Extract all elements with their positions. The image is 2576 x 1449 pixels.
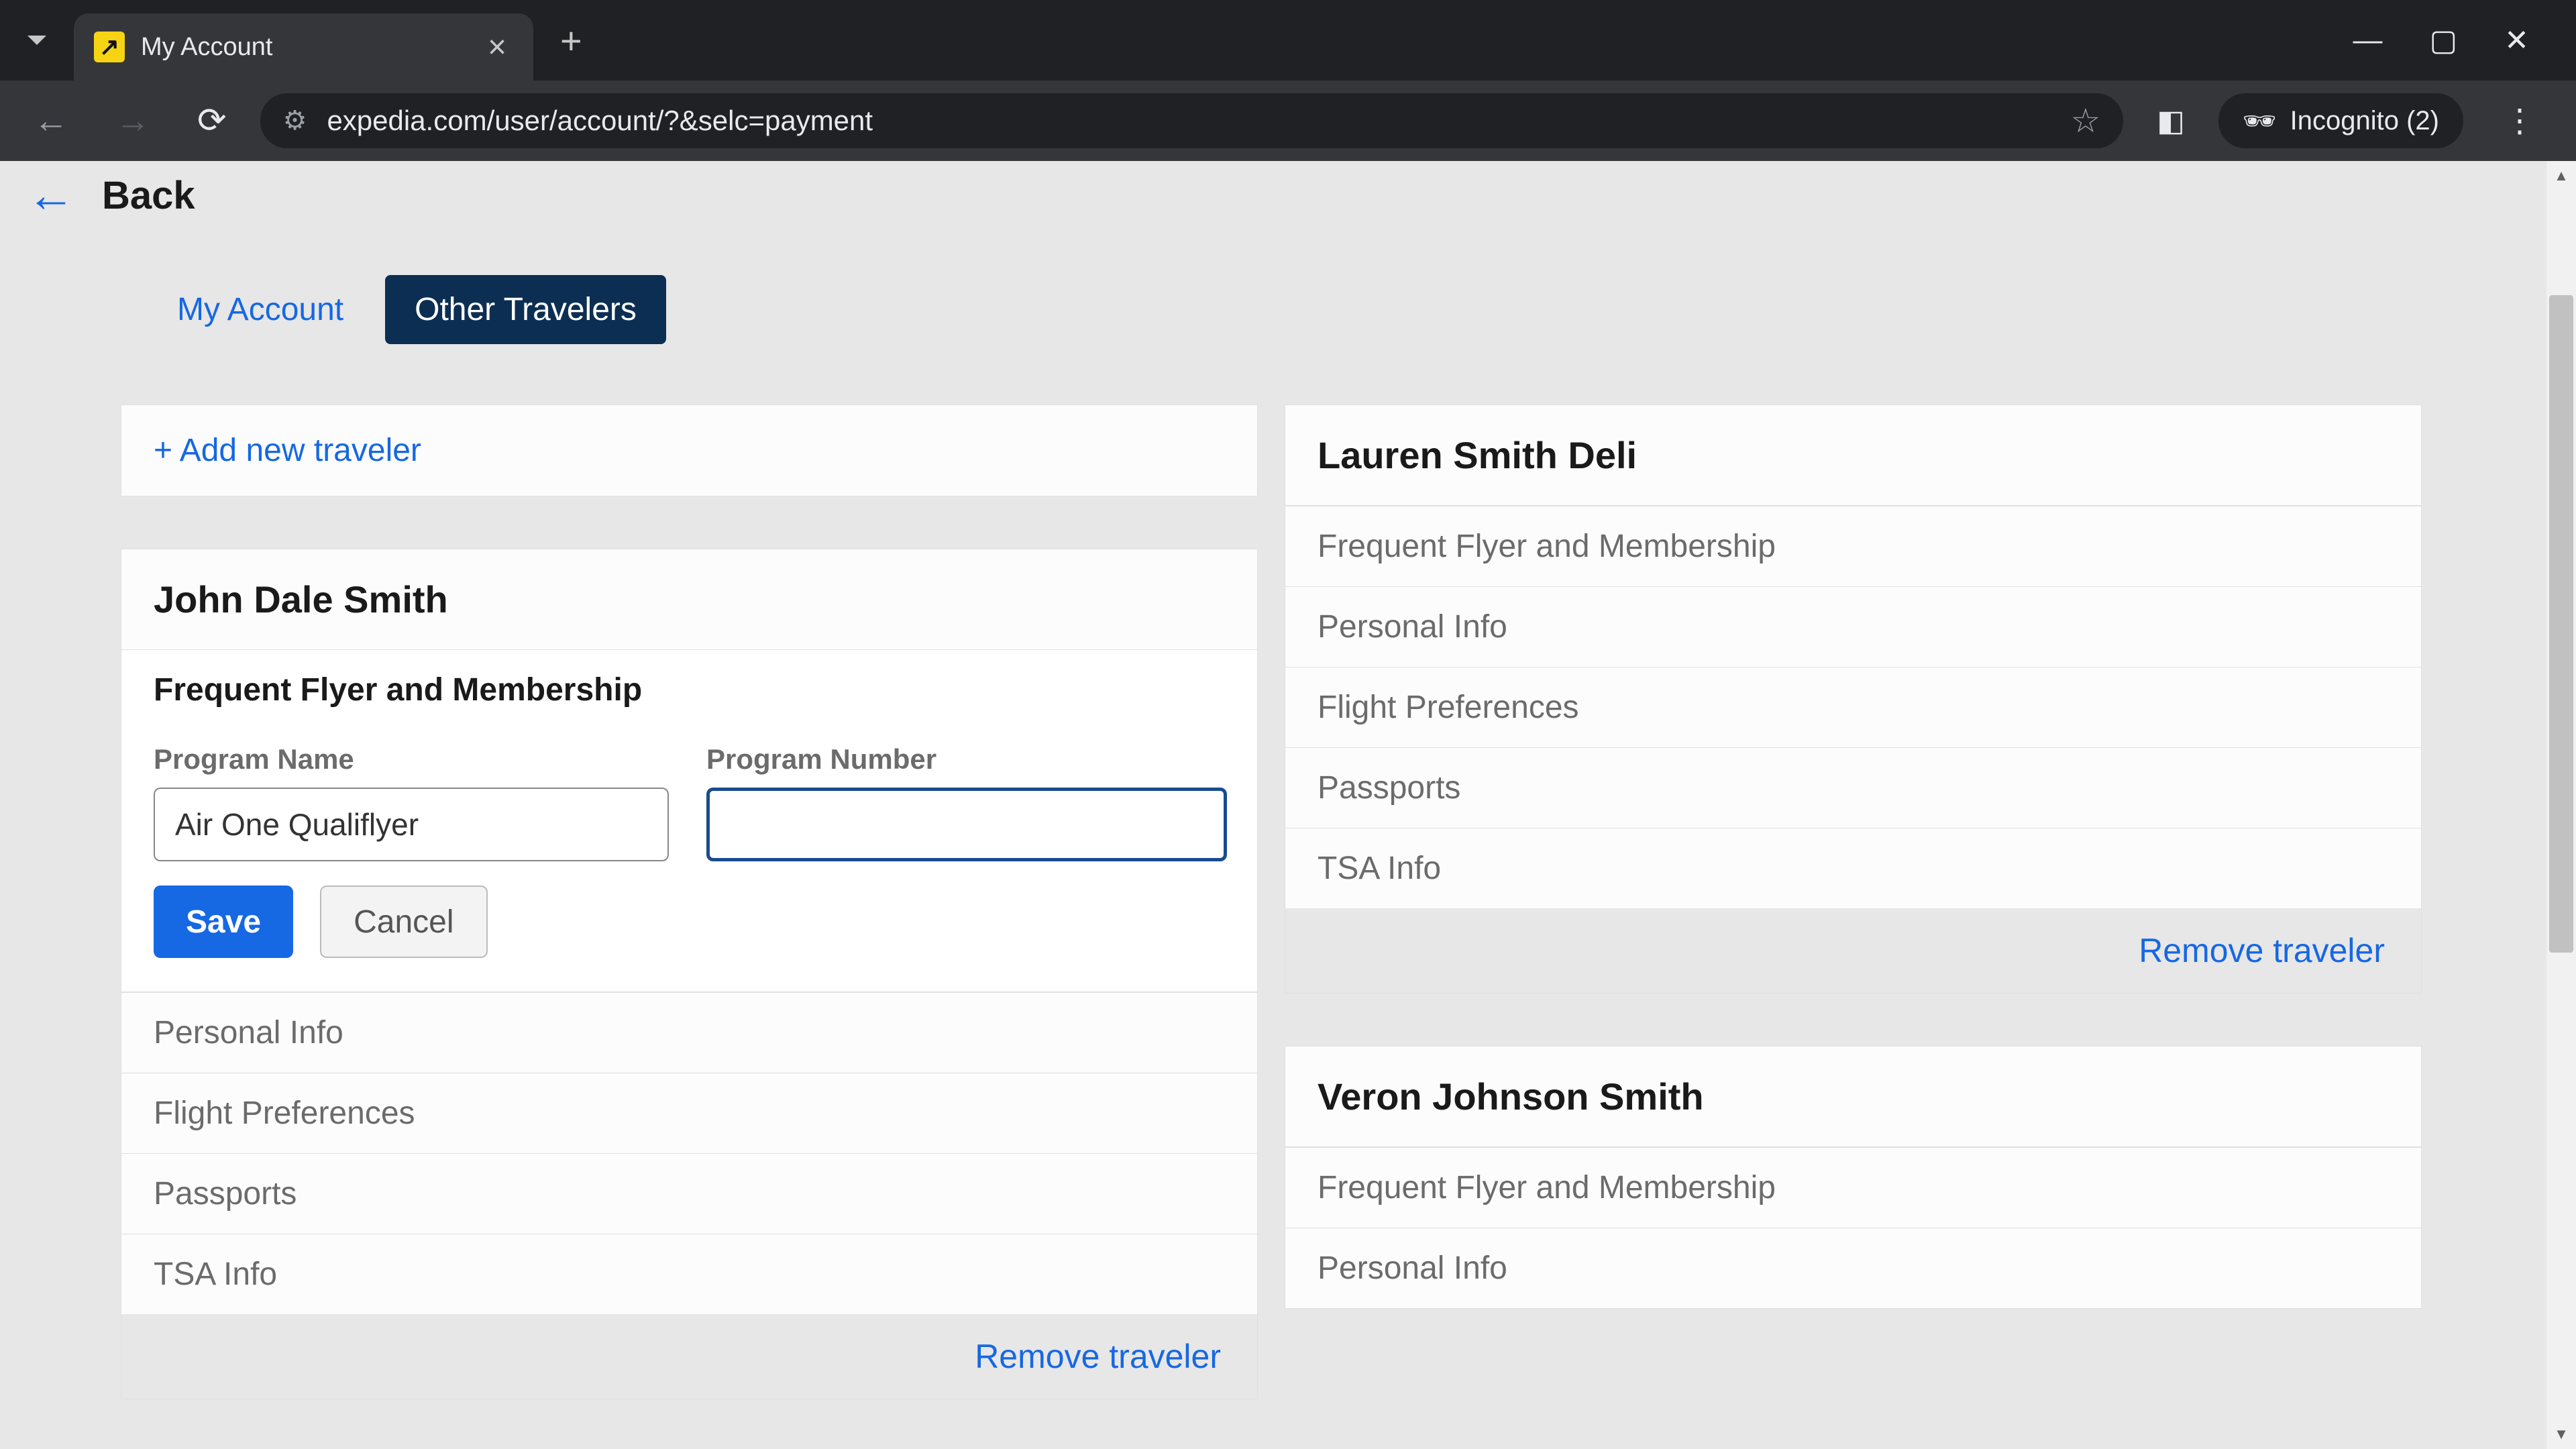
incognito-label: Incognito (2): [2290, 106, 2439, 136]
traveler-name: John Dale Smith: [121, 549, 1257, 650]
cancel-button[interactable]: Cancel: [320, 885, 487, 958]
remove-traveler-link[interactable]: Remove traveler: [975, 1338, 1221, 1375]
traveler-card-john: John Dale Smith Frequent Flyer and Membe…: [121, 549, 1258, 1399]
address-bar[interactable]: ⚙ expedia.com/user/account/?&selc=paymen…: [260, 93, 2124, 148]
page-viewport: ← Back My Account Other Travelers + Add …: [0, 161, 2576, 1449]
minimize-icon[interactable]: —: [2353, 23, 2383, 57]
favicon-icon: ↗: [94, 32, 125, 62]
section-tsa-info[interactable]: TSA Info: [1285, 828, 2421, 908]
scroll-thumb[interactable]: [2549, 295, 2573, 953]
section-flight-preferences[interactable]: Flight Preferences: [121, 1073, 1257, 1153]
add-new-traveler-link[interactable]: + Add new traveler: [154, 433, 421, 468]
back-label[interactable]: Back: [102, 173, 195, 218]
traveler-name: Lauren Smith Deli: [1285, 405, 2421, 506]
browser-toolbar: ← → ⟳ ⚙ expedia.com/user/account/?&selc=…: [0, 80, 2576, 161]
section-passports[interactable]: Passports: [1285, 747, 2421, 828]
reload-icon[interactable]: ⟳: [184, 101, 240, 141]
back-button-icon[interactable]: ←: [20, 101, 82, 141]
frequent-flyer-form: Program Name Program Number Save Cancel: [121, 730, 1257, 992]
section-personal-info[interactable]: Personal Info: [1285, 586, 2421, 667]
traveler-card-veron: Veron Johnson Smith Frequent Flyer and M…: [1285, 1046, 2422, 1309]
section-frequent-flyer[interactable]: Frequent Flyer and Membership: [1285, 506, 2421, 586]
section-personal-info[interactable]: Personal Info: [121, 992, 1257, 1073]
right-column: Lauren Smith Deli Frequent Flyer and Mem…: [1285, 405, 2422, 1399]
new-tab-button[interactable]: +: [560, 19, 582, 62]
section-passports[interactable]: Passports: [121, 1153, 1257, 1234]
chrome-menu-icon[interactable]: ⋮: [2483, 102, 2556, 140]
forward-button-icon[interactable]: →: [102, 101, 164, 141]
scroll-down-icon[interactable]: ▼: [2546, 1419, 2576, 1449]
tab-other-travelers[interactable]: Other Travelers: [385, 275, 666, 344]
bookmark-star-icon[interactable]: ☆: [2070, 101, 2100, 140]
section-flight-preferences[interactable]: Flight Preferences: [1285, 667, 2421, 747]
section-tsa-info[interactable]: TSA Info: [121, 1234, 1257, 1314]
window-controls: — ▢ ✕: [2353, 23, 2576, 58]
program-number-label: Program Number: [706, 743, 1227, 775]
browser-titlebar: ↗ My Account × + — ▢ ✕: [0, 0, 2576, 80]
chevron-down-icon: [28, 36, 46, 45]
remove-row: Remove traveler: [121, 1314, 1257, 1399]
url-text: expedia.com/user/account/?&selc=payment: [327, 105, 2050, 137]
left-column: + Add new traveler John Dale Smith Frequ…: [121, 405, 1258, 1399]
section-frequent-flyer[interactable]: Frequent Flyer and Membership: [1285, 1147, 2421, 1228]
browser-tab[interactable]: ↗ My Account ×: [74, 13, 533, 80]
remove-traveler-link[interactable]: Remove traveler: [2139, 932, 2385, 969]
incognito-indicator[interactable]: 🕶 Incognito (2): [2218, 93, 2463, 148]
site-info-icon[interactable]: ⚙: [283, 105, 307, 136]
program-number-input[interactable]: [706, 788, 1227, 861]
program-name-input[interactable]: [154, 788, 669, 861]
back-arrow-icon[interactable]: ←: [27, 168, 75, 223]
add-traveler-card: + Add new traveler: [121, 405, 1258, 496]
tab-search-dropdown[interactable]: [0, 0, 74, 80]
tab-my-account[interactable]: My Account: [148, 275, 373, 344]
close-tab-icon[interactable]: ×: [481, 29, 513, 66]
save-button[interactable]: Save: [154, 885, 293, 958]
vertical-scrollbar[interactable]: ▲ ▼: [2546, 161, 2576, 1449]
side-panel-icon[interactable]: ◧: [2143, 104, 2198, 138]
back-row: ← Back: [0, 161, 2576, 243]
section-frequent-flyer: Frequent Flyer and Membership: [121, 650, 1257, 730]
close-window-icon[interactable]: ✕: [2504, 23, 2529, 58]
traveler-card-lauren: Lauren Smith Deli Frequent Flyer and Mem…: [1285, 405, 2422, 994]
program-name-label: Program Name: [154, 743, 669, 775]
account-tabs: My Account Other Travelers: [148, 275, 2576, 344]
traveler-name: Veron Johnson Smith: [1285, 1046, 2421, 1147]
section-personal-info[interactable]: Personal Info: [1285, 1228, 2421, 1308]
maximize-icon[interactable]: ▢: [2430, 23, 2458, 58]
incognito-icon: 🕶: [2243, 105, 2277, 137]
remove-row: Remove traveler: [1285, 908, 2421, 993]
scroll-up-icon[interactable]: ▲: [2546, 161, 2576, 191]
tab-title: My Account: [141, 33, 465, 62]
